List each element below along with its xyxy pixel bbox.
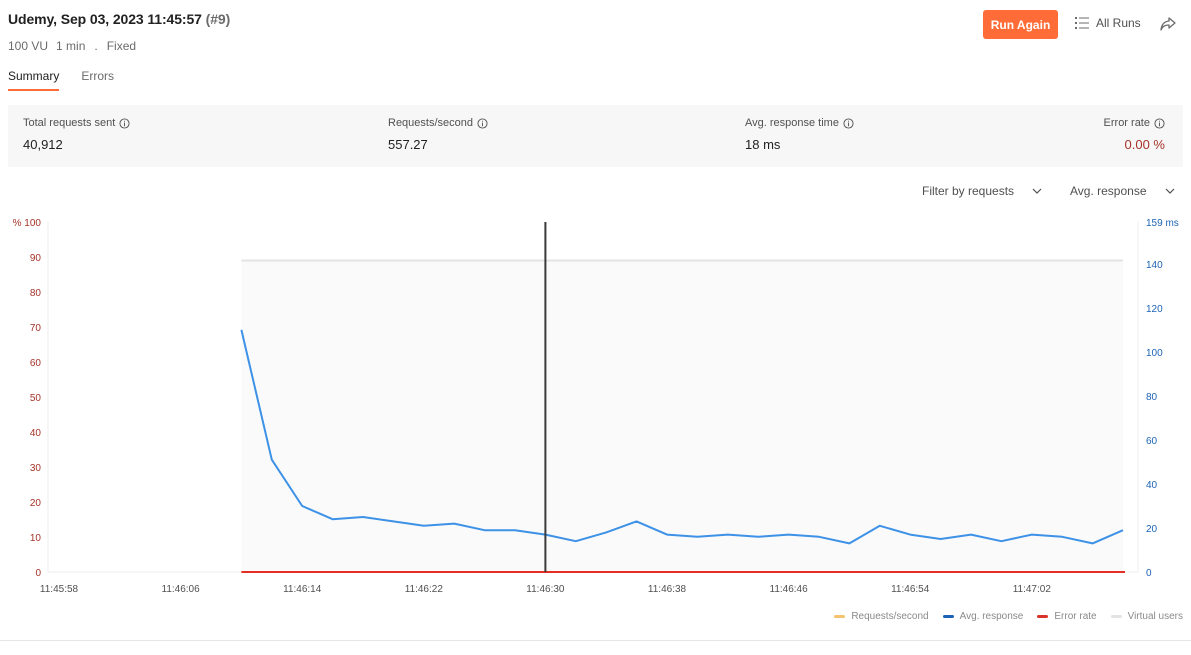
tab-errors[interactable]: Errors	[81, 69, 114, 91]
legend-label: Avg. response	[959, 611, 1024, 622]
run-duration: 1 min	[56, 39, 86, 53]
right-axis-tick: 140	[1146, 260, 1163, 271]
legend-swatch	[834, 615, 846, 618]
info-icon[interactable]	[119, 117, 130, 129]
metric-select-label: Avg. response	[1070, 184, 1147, 198]
metric-value: 40,912	[23, 137, 63, 152]
share-icon[interactable]	[1159, 16, 1177, 32]
load-profile: Fixed	[106, 39, 137, 53]
run-meta: 100 VU 1 min . Fixed	[8, 39, 136, 53]
left-axis-tick: 10	[30, 533, 42, 544]
run-number: (#9)	[205, 11, 231, 27]
metric-label: Requests/second	[388, 117, 473, 129]
filter-by-requests-dropdown[interactable]: Filter by requests	[922, 184, 1042, 198]
metric-value: 0.00 %	[1124, 137, 1165, 152]
chart-legend: Requests/second Avg. response Error rate…	[834, 611, 1183, 622]
right-axis-tick: 80	[1146, 392, 1158, 403]
left-axis-tick: 90	[30, 253, 42, 264]
meta-separator: .	[94, 39, 98, 53]
tab-summary[interactable]: Summary	[8, 69, 60, 91]
metric-avg-response-time: Avg. response time 18 ms	[745, 117, 854, 152]
right-axis-tick: 100	[1146, 348, 1163, 359]
x-axis-tick: 11:46:54	[891, 584, 930, 595]
metric-value: 557.27	[388, 137, 428, 152]
right-axis-tick: 0	[1146, 568, 1152, 579]
metrics-panel: Total requests sent 40,912 Requests/seco…	[8, 105, 1183, 167]
all-runs-label: All Runs	[1096, 16, 1141, 30]
right-axis-tick: 120	[1146, 304, 1163, 315]
all-runs-button[interactable]: All Runs	[1075, 16, 1141, 30]
list-icon	[1075, 17, 1089, 29]
metric-error-rate: Error rate 0.00 %	[1104, 117, 1165, 152]
info-icon[interactable]	[1154, 117, 1165, 129]
metric-label: Avg. response time	[745, 117, 839, 129]
metric-label: Error rate	[1103, 117, 1150, 129]
chevron-down-icon	[1032, 188, 1042, 194]
info-icon[interactable]	[843, 117, 854, 129]
legend-label: Requests/second	[851, 611, 929, 622]
legend-label: Virtual users	[1127, 611, 1183, 622]
legend-swatch	[1110, 615, 1122, 618]
left-axis-tick: 20	[30, 498, 42, 509]
x-axis-tick: 11:46:46	[770, 584, 809, 595]
left-axis-tick: 80	[30, 288, 42, 299]
legend-swatch	[1037, 615, 1049, 618]
filter-by-requests-label: Filter by requests	[922, 184, 1015, 198]
legend-label: Error rate	[1054, 611, 1097, 622]
legend-item-error-rate[interactable]: Error rate	[1037, 611, 1097, 622]
run-again-button[interactable]: Run Again	[983, 10, 1058, 39]
right-axis-top-label: 159 ms	[1146, 218, 1179, 229]
x-axis-tick: 11:46:22	[405, 584, 444, 595]
x-axis-tick: 11:47:02	[1013, 584, 1052, 595]
metric-label: Total requests sent	[23, 117, 116, 129]
x-axis-tick: 11:46:38	[648, 584, 687, 595]
performance-chart[interactable]: 0 10 20 30 40 50 60 70 80 90 % 100 0 20 40 60 80 100 120 1…	[0, 205, 1191, 625]
virtual-users-count: 100 VU	[8, 39, 49, 53]
bottom-divider	[0, 640, 1191, 641]
legend-item-avg-response[interactable]: Avg. response	[942, 611, 1024, 622]
left-axis-tick: 50	[30, 393, 42, 404]
x-axis-tick: 11:46:06	[162, 584, 201, 595]
run-title-text: Udemy, Sep 03, 2023 11:45:57	[8, 11, 202, 27]
right-axis-tick: 40	[1146, 480, 1158, 491]
run-title: Udemy, Sep 03, 2023 11:45:57 (#9)	[8, 11, 230, 27]
legend-swatch	[942, 615, 954, 618]
right-axis-tick: 20	[1146, 524, 1158, 535]
left-axis-tick: 70	[30, 323, 42, 334]
tab-bar: Summary Errors	[8, 69, 114, 91]
x-axis-tick: 11:46:14	[283, 584, 322, 595]
metric-total-requests: Total requests sent 40,912	[23, 117, 130, 152]
metric-select-dropdown[interactable]: Avg. response	[1070, 184, 1175, 198]
left-axis-top-label: % 100	[13, 218, 42, 229]
virtual-users-area	[241, 260, 1123, 572]
left-axis-tick: 40	[30, 428, 42, 439]
right-axis-tick: 60	[1146, 436, 1158, 447]
legend-item-requests-per-second[interactable]: Requests/second	[834, 611, 929, 622]
x-axis-tick: 11:45:58	[40, 584, 79, 595]
left-axis-tick: 30	[30, 463, 42, 474]
chevron-down-icon	[1165, 188, 1174, 194]
x-axis-tick: 11:46:30	[526, 584, 565, 595]
left-axis-tick: 60	[30, 358, 42, 369]
info-icon[interactable]	[477, 117, 488, 129]
metric-value: 18 ms	[745, 137, 781, 152]
left-axis-tick: 0	[35, 568, 41, 579]
legend-item-virtual-users[interactable]: Virtual users	[1110, 611, 1183, 622]
metric-requests-per-second: Requests/second 557.27	[388, 117, 488, 152]
